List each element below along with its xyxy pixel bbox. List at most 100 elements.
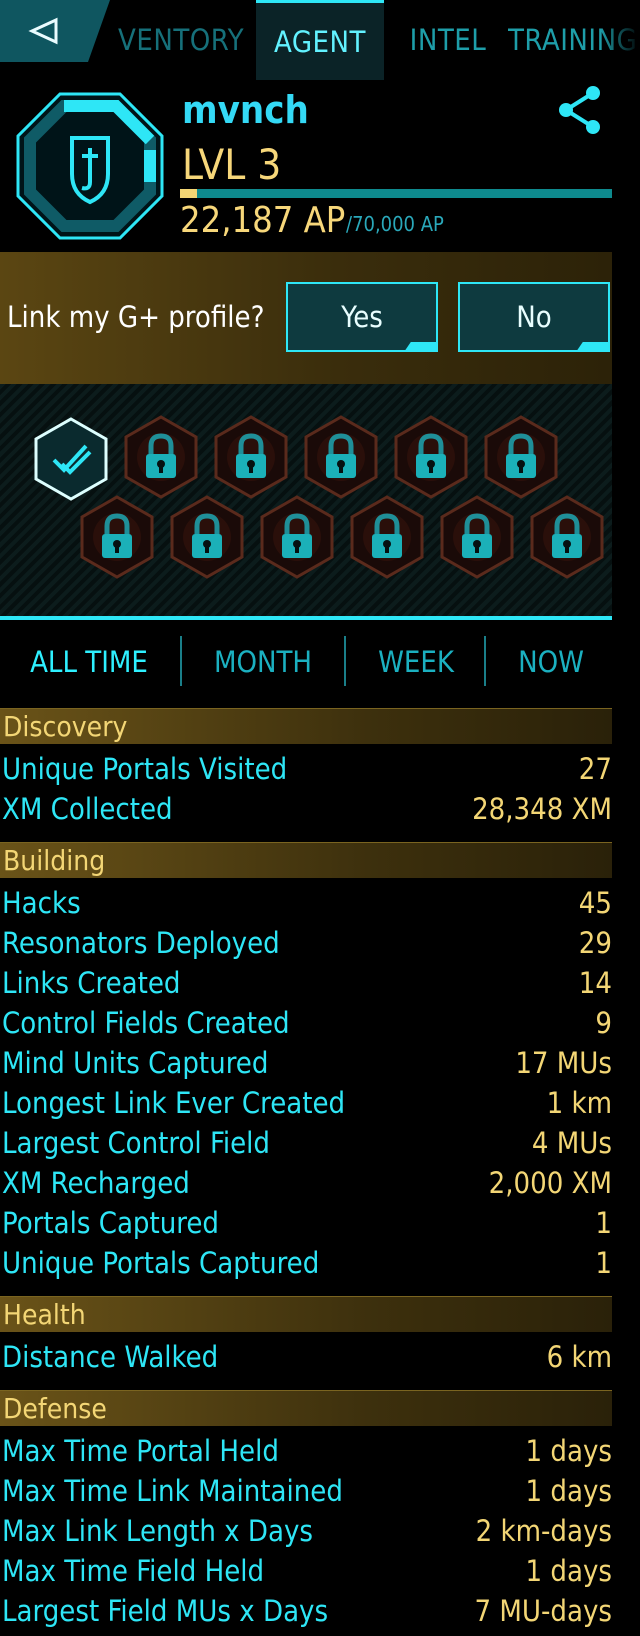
lock-badge-icon[interactable] bbox=[392, 414, 470, 500]
lock-badge-icon[interactable] bbox=[212, 414, 290, 500]
stat-row: Max Time Portal Held 1 days bbox=[0, 1434, 612, 1474]
period-divider bbox=[344, 636, 346, 686]
stat-row: Max Link Length x Days 2 km-days bbox=[0, 1514, 612, 1554]
double-check-badge-icon[interactable] bbox=[32, 416, 110, 502]
tab-inventory[interactable]: VENTORY bbox=[112, 0, 244, 80]
lock-badge-icon[interactable] bbox=[258, 494, 336, 580]
section-title: Defense bbox=[3, 1392, 107, 1425]
period-tab-now[interactable]: NOW bbox=[494, 636, 608, 688]
stat-value: 4 MUs bbox=[531, 1126, 612, 1160]
stat-label: Hacks bbox=[2, 886, 81, 920]
lock-badge-icon[interactable] bbox=[438, 494, 516, 580]
ap-max: /70,000 AP bbox=[346, 212, 444, 236]
stat-value: 17 MUs bbox=[515, 1046, 612, 1080]
yes-button[interactable]: Yes bbox=[286, 282, 438, 352]
stat-row: Unique Portals Visited 27 bbox=[0, 752, 612, 792]
stat-value: 1 bbox=[595, 1246, 612, 1280]
section-title: Health bbox=[3, 1298, 86, 1331]
stat-value: 9 bbox=[595, 1006, 612, 1040]
period-divider bbox=[484, 636, 486, 686]
tab-fade bbox=[600, 0, 640, 80]
stat-value: 29 bbox=[578, 926, 612, 960]
lock-badge-icon[interactable] bbox=[302, 414, 380, 500]
stat-label: Max Time Link Maintained bbox=[2, 1474, 343, 1508]
stat-row: Links Created 14 bbox=[0, 966, 612, 1006]
stat-value: 27 bbox=[578, 752, 612, 786]
lock-badge-icon[interactable] bbox=[78, 494, 156, 580]
stat-value: 45 bbox=[578, 886, 612, 920]
tab-agent[interactable]: AGENT bbox=[256, 0, 384, 80]
stat-row: Resonators Deployed 29 bbox=[0, 926, 612, 966]
stat-value: 1 days bbox=[525, 1474, 612, 1508]
stat-row: Control Fields Created 9 bbox=[0, 1006, 612, 1046]
lock-badge-icon[interactable] bbox=[168, 494, 246, 580]
stat-label: XM Recharged bbox=[2, 1166, 190, 1200]
stat-row: Longest Link Ever Created 1 km bbox=[0, 1086, 612, 1126]
section-discovery: Discovery bbox=[0, 708, 612, 744]
stat-row: Max Time Link Maintained 1 days bbox=[0, 1474, 612, 1514]
stat-label: Largest Control Field bbox=[2, 1126, 270, 1160]
stat-row: Largest Control Field 4 MUs bbox=[0, 1126, 612, 1166]
badge-area-divider bbox=[0, 616, 612, 620]
lock-badge-icon[interactable] bbox=[482, 414, 560, 500]
period-divider bbox=[180, 636, 182, 686]
ap-value: 22,187 AP bbox=[180, 200, 346, 241]
stat-label: Control Fields Created bbox=[2, 1006, 290, 1040]
stat-label: Portals Captured bbox=[2, 1206, 219, 1240]
stat-label: Longest Link Ever Created bbox=[2, 1086, 346, 1120]
period-tab-month[interactable]: MONTH bbox=[196, 636, 330, 688]
stat-value: 14 bbox=[578, 966, 612, 1000]
stat-row: Unique Portals Captured 1 bbox=[0, 1246, 612, 1286]
stat-label: Max Time Field Held bbox=[2, 1554, 265, 1588]
stat-value: 2 km-days bbox=[475, 1514, 612, 1548]
stat-row: Mind Units Captured 17 MUs bbox=[0, 1046, 612, 1086]
section-building: Building bbox=[0, 842, 612, 878]
badge-area bbox=[0, 384, 612, 616]
agent-name: mvnch bbox=[182, 88, 309, 132]
back-button[interactable] bbox=[0, 0, 110, 62]
share-icon[interactable] bbox=[556, 84, 606, 136]
top-tab-bar: VENTORY AGENT INTEL TRAINING bbox=[0, 0, 640, 80]
faction-emblem-icon bbox=[16, 92, 164, 240]
stat-value: 2,000 XM bbox=[488, 1166, 612, 1200]
tab-intel[interactable]: INTEL bbox=[398, 0, 498, 80]
lock-badge-icon[interactable] bbox=[122, 414, 200, 500]
section-defense: Defense bbox=[0, 1390, 612, 1426]
stat-row: Distance Walked 6 km bbox=[0, 1340, 612, 1380]
gplus-prompt-label: Link my G+ profile? bbox=[7, 300, 265, 334]
period-tab-all-time[interactable]: ALL TIME bbox=[14, 636, 164, 688]
stat-label: Max Time Portal Held bbox=[2, 1434, 279, 1468]
stat-row: XM Recharged 2,000 XM bbox=[0, 1166, 612, 1206]
section-title: Building bbox=[3, 844, 106, 877]
stat-row: Max Time Field Held 1 days bbox=[0, 1554, 612, 1594]
stat-label: Distance Walked bbox=[2, 1340, 219, 1374]
stat-label: Unique Portals Visited bbox=[2, 752, 288, 786]
agent-level: LVL 3 bbox=[182, 140, 282, 189]
stat-label: Mind Units Captured bbox=[2, 1046, 269, 1080]
stat-value: 1 days bbox=[525, 1554, 612, 1588]
stat-row: Largest Field MUs x Days 7 MU-days bbox=[0, 1594, 612, 1634]
lock-badge-icon[interactable] bbox=[528, 494, 606, 580]
stat-value: 1 bbox=[595, 1206, 612, 1240]
stat-row: Hacks 45 bbox=[0, 886, 612, 926]
stat-label: Largest Field MUs x Days bbox=[2, 1594, 329, 1628]
section-health: Health bbox=[0, 1296, 612, 1332]
level-progress-bar bbox=[180, 189, 612, 198]
stat-label: Unique Portals Captured bbox=[2, 1246, 320, 1280]
lock-badge-icon[interactable] bbox=[348, 494, 426, 580]
level-progress-fill bbox=[180, 189, 198, 198]
gplus-prompt: Link my G+ profile? Yes No bbox=[0, 252, 612, 384]
stat-label: XM Collected bbox=[2, 792, 173, 826]
period-tab-week[interactable]: WEEK bbox=[362, 636, 470, 688]
stat-value: 1 km bbox=[546, 1086, 612, 1120]
back-arrow-icon bbox=[28, 17, 58, 45]
section-title: Discovery bbox=[3, 710, 128, 743]
stat-label: Max Link Length x Days bbox=[2, 1514, 313, 1548]
stat-label: Links Created bbox=[2, 966, 181, 1000]
stat-value: 1 days bbox=[525, 1434, 612, 1468]
stat-row: Portals Captured 1 bbox=[0, 1206, 612, 1246]
stat-label: Resonators Deployed bbox=[2, 926, 280, 960]
stat-value: 28,348 XM bbox=[472, 792, 612, 826]
stat-row: XM Collected 28,348 XM bbox=[0, 792, 612, 832]
no-button[interactable]: No bbox=[458, 282, 610, 352]
